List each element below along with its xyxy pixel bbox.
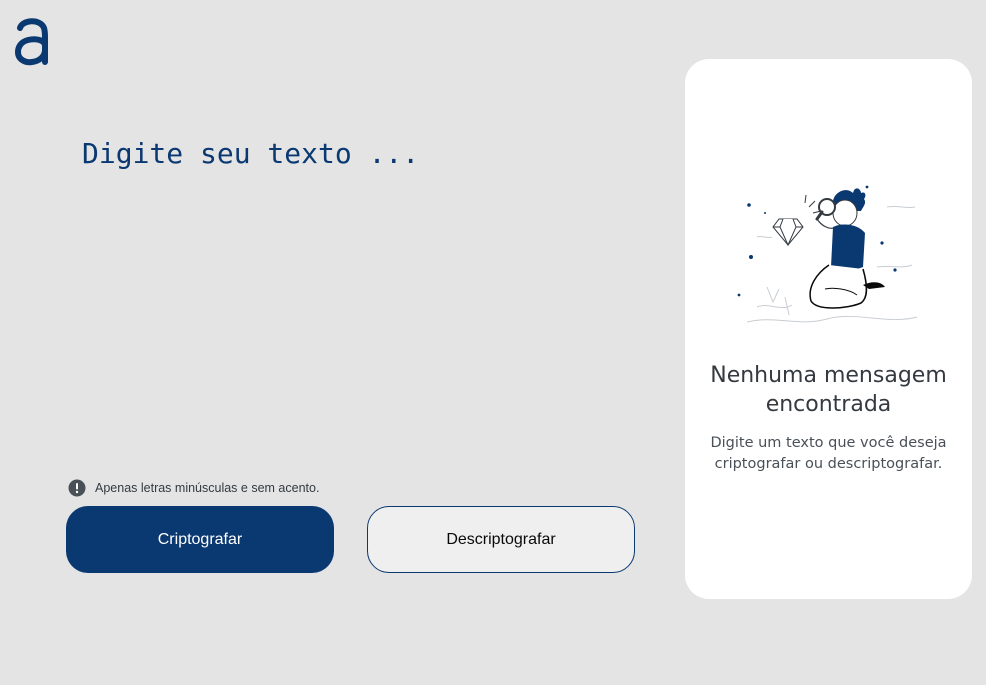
- text-input[interactable]: [82, 132, 642, 452]
- hint-text: Apenas letras minúsculas e sem acento.: [95, 481, 320, 495]
- person-with-magnifier-illustration: [737, 185, 918, 323]
- encrypt-button[interactable]: Criptografar: [66, 506, 334, 573]
- output-title: Nenhuma mensagem encontrada: [710, 363, 947, 417]
- decrypt-button[interactable]: Descriptografar: [367, 506, 635, 573]
- alura-logo-icon: [14, 18, 48, 66]
- output-panel: Nenhuma mensagem encontrada Digite um te…: [685, 59, 972, 599]
- exclamation-circle-icon: [68, 479, 86, 497]
- output-message: Digite um texto que você deseja criptogr…: [710, 435, 947, 472]
- input-hint: Apenas letras minúsculas e sem acento.: [68, 479, 319, 497]
